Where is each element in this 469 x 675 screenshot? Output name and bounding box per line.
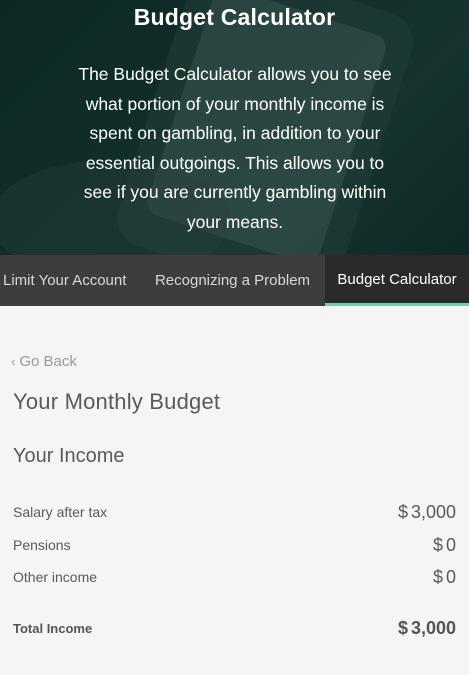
income-row-label: Salary after tax (13, 504, 108, 520)
go-back-link[interactable]: ‹ Go Back (11, 353, 77, 370)
currency-symbol: $ (397, 617, 408, 638)
currency-symbol: $ (432, 534, 443, 555)
tab-budget-calculator[interactable]: Budget Calculator (325, 255, 469, 306)
page-title: Budget Calculator (133, 4, 336, 30)
income-row-value[interactable]: $3,000 (398, 502, 456, 523)
amount-value: 0 (445, 534, 456, 555)
income-row-value[interactable]: $0 (433, 535, 456, 556)
tab-bar: Limit Your Account Recognizing a Problem… (0, 255, 469, 306)
income-row-salary: Salary after tax $3,000 (13, 500, 456, 524)
chevron-left-icon: ‹ (11, 354, 16, 369)
income-row-label: Pensions (13, 537, 71, 553)
tab-limit-your-account[interactable]: Limit Your Account (0, 255, 140, 306)
income-row-pensions: Pensions $0 (13, 533, 456, 557)
income-heading: Your Income (13, 445, 125, 467)
amount-value: 3,000 (410, 501, 456, 522)
tab-recognizing-a-problem[interactable]: Recognizing a Problem (140, 255, 325, 306)
hero-description: The Budget Calculator allows you to see … (78, 64, 392, 232)
amount-value: 0 (445, 566, 456, 587)
currency-symbol: $ (432, 566, 443, 587)
income-total-label: Total Income (13, 620, 93, 636)
income-row-label: Other income (13, 569, 98, 585)
income-total-value: $3,000 (398, 618, 456, 639)
income-total-row: Total Income $3,000 (13, 616, 456, 640)
income-row-other: Other income $0 (13, 565, 456, 589)
currency-symbol: $ (397, 501, 408, 522)
go-back-label: Go Back (19, 353, 77, 370)
income-row-value[interactable]: $0 (433, 567, 456, 588)
amount-value: 3,000 (410, 617, 456, 638)
hero-banner: Budget Calculator The Budget Calculator … (0, 0, 469, 255)
budget-heading: Your Monthly Budget (13, 389, 221, 414)
main-content: ‹ Go Back Your Monthly Budget Your Income… (0, 306, 469, 675)
